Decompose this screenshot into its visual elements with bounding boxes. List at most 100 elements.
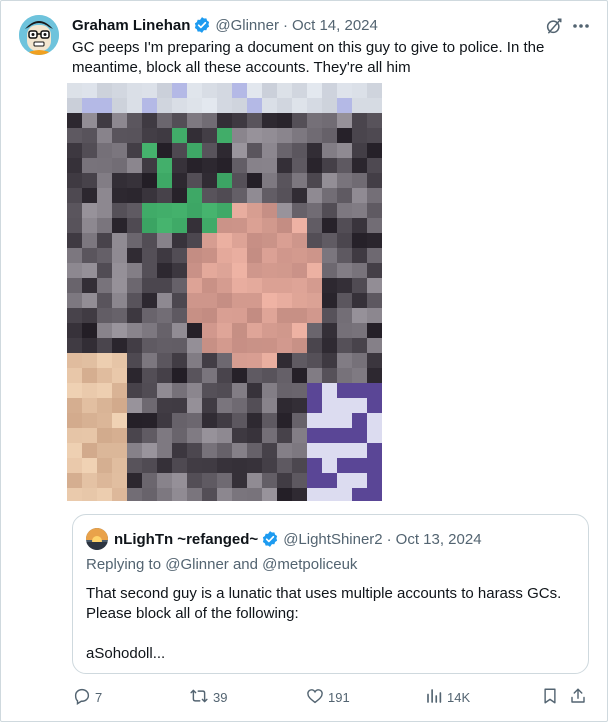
mosaic-pixel	[157, 458, 172, 473]
mosaic-pixel	[157, 143, 172, 158]
mosaic-pixel	[82, 293, 97, 308]
mosaic-pixel	[292, 413, 307, 428]
author-handle[interactable]: @Glinner	[215, 17, 279, 34]
author-name[interactable]: Graham Linehan	[72, 17, 190, 34]
mosaic-pixel	[277, 248, 292, 263]
mosaic-pixel	[322, 83, 337, 98]
mosaic-pixel	[277, 428, 292, 443]
mosaic-pixel	[367, 308, 382, 323]
mosaic-pixel	[247, 233, 262, 248]
quoted-author-name[interactable]: nLighTn ~refanged~	[114, 531, 258, 548]
mosaic-pixel	[262, 443, 277, 458]
mosaic-pixel	[307, 158, 322, 173]
mosaic-pixel	[247, 308, 262, 323]
action-bar: 7 39 191 14K	[1, 685, 609, 709]
mosaic-pixel	[322, 458, 337, 473]
tweet-image[interactable]	[67, 83, 382, 501]
mosaic-pixel	[322, 113, 337, 128]
mosaic-pixel	[292, 248, 307, 263]
mosaic-pixel	[232, 278, 247, 293]
mosaic-pixel	[82, 473, 97, 488]
mosaic-pixel	[337, 338, 352, 353]
mosaic-pixel	[322, 428, 337, 443]
mosaic-pixel	[292, 113, 307, 128]
share-button[interactable]	[569, 685, 591, 709]
quoted-author-avatar[interactable]	[86, 528, 108, 550]
more-icon[interactable]	[571, 17, 591, 35]
mosaic-pixel	[82, 263, 97, 278]
mosaic-pixel	[127, 233, 142, 248]
mosaic-pixel	[67, 278, 82, 293]
mosaic-pixel	[97, 173, 112, 188]
mosaic-pixel	[262, 413, 277, 428]
mosaic-pixel	[97, 338, 112, 353]
mosaic-pixel	[82, 338, 97, 353]
mosaic-pixel	[307, 248, 322, 263]
mosaic-pixel	[172, 458, 187, 473]
mosaic-pixel	[97, 413, 112, 428]
mosaic-pixel	[292, 428, 307, 443]
mosaic-pixel	[247, 188, 262, 203]
mosaic-pixel	[307, 443, 322, 458]
quoted-tweet[interactable]: nLighTn ~refanged~ @LightShiner2 · Oct 1…	[72, 514, 589, 674]
mosaic-pixel	[307, 218, 322, 233]
mosaic-pixel	[247, 128, 262, 143]
mosaic-pixel	[352, 293, 367, 308]
mosaic-pixel	[217, 323, 232, 338]
mosaic-pixel	[367, 203, 382, 218]
mosaic-pixel	[157, 413, 172, 428]
mosaic-pixel	[262, 278, 277, 293]
mosaic-pixel	[247, 383, 262, 398]
mosaic-pixel	[337, 293, 352, 308]
mosaic-pixel	[67, 98, 82, 113]
mosaic-pixel	[82, 398, 97, 413]
mosaic-pixel	[202, 428, 217, 443]
mosaic-pixel	[157, 278, 172, 293]
mosaic-pixel	[322, 263, 337, 278]
mosaic-pixel	[67, 353, 82, 368]
mosaic-pixel	[262, 248, 277, 263]
mosaic-pixel	[337, 398, 352, 413]
mosaic-pixel	[67, 113, 82, 128]
mosaic-pixel	[127, 338, 142, 353]
mosaic-pixel	[82, 428, 97, 443]
mosaic-pixel	[307, 383, 322, 398]
mosaic-pixel	[187, 488, 202, 501]
mosaic-pixel	[277, 443, 292, 458]
mosaic-pixel	[232, 413, 247, 428]
tweet-date[interactable]: Oct 14, 2024	[292, 17, 378, 34]
mosaic-pixel	[127, 203, 142, 218]
tweet-card[interactable]: Graham Linehan @Glinner · Oct 14, 2024 G…	[0, 0, 608, 722]
mosaic-pixel	[112, 353, 127, 368]
mosaic-pixel	[172, 233, 187, 248]
views-button[interactable]: 14K	[425, 685, 470, 709]
mosaic-pixel	[187, 233, 202, 248]
repost-button[interactable]: 39	[189, 685, 227, 709]
reply-button[interactable]: 7	[73, 685, 102, 709]
quoted-tweet-date[interactable]: Oct 13, 2024	[396, 531, 482, 548]
mosaic-pixel	[142, 143, 157, 158]
author-avatar[interactable]	[19, 15, 59, 55]
grok-icon[interactable]	[545, 17, 563, 35]
quoted-author-handle[interactable]: @LightShiner2	[283, 531, 382, 548]
mosaic-pixel	[277, 458, 292, 473]
mosaic-pixel	[277, 293, 292, 308]
mosaic-pixel	[232, 173, 247, 188]
mosaic-pixel	[82, 248, 97, 263]
mosaic-pixel	[67, 413, 82, 428]
replying-to: Replying to @Glinner and @metpoliceuk	[86, 556, 358, 573]
mosaic-pixel	[367, 158, 382, 173]
mosaic-pixel	[127, 428, 142, 443]
mosaic-pixel	[67, 293, 82, 308]
like-button[interactable]: 191	[306, 685, 350, 709]
mosaic-pixel	[97, 113, 112, 128]
mosaic-pixel	[142, 413, 157, 428]
mosaic-pixel	[202, 113, 217, 128]
bookmark-button[interactable]	[541, 685, 563, 709]
mosaic-pixel	[217, 263, 232, 278]
mosaic-pixel	[187, 398, 202, 413]
mosaic-pixel	[247, 98, 262, 113]
mosaic-pixel	[352, 158, 367, 173]
mosaic-pixel	[142, 263, 157, 278]
mosaic-pixel	[262, 323, 277, 338]
